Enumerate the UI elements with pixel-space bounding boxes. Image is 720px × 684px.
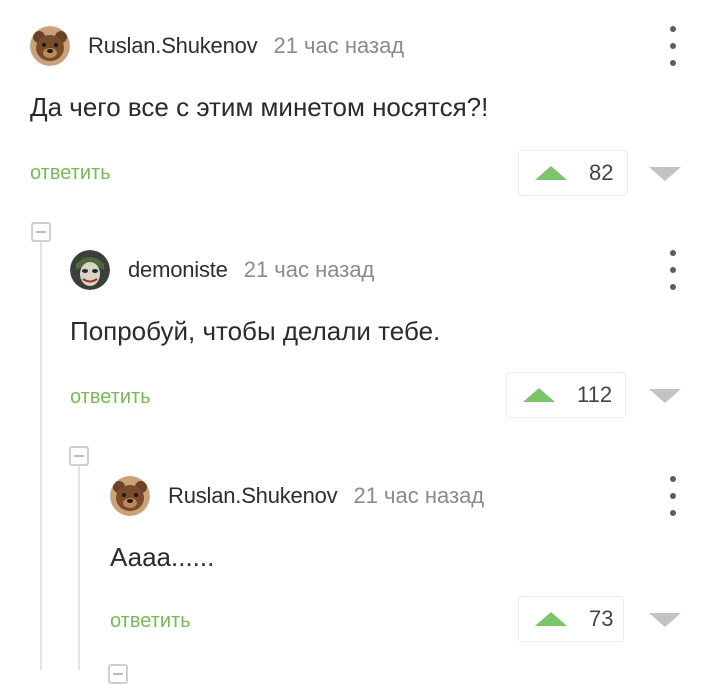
- upvote-button[interactable]: 73: [518, 596, 624, 642]
- comment-text: Аааа......: [110, 542, 215, 572]
- rating-count: 82: [589, 160, 614, 185]
- username[interactable]: Ruslan.Shukenov: [168, 483, 338, 509]
- thread-line-level-2: [78, 464, 80, 670]
- upvote-arrow-icon: [535, 166, 567, 180]
- avatar[interactable]: [70, 250, 110, 290]
- collapse-thread-icon[interactable]: [69, 446, 89, 466]
- kebab-menu-icon[interactable]: [666, 26, 680, 66]
- kebab-menu-icon[interactable]: [666, 250, 680, 290]
- upvote-arrow-icon: [523, 388, 555, 402]
- username[interactable]: Ruslan.Shukenov: [88, 33, 258, 59]
- downvote-arrow-icon[interactable]: [649, 389, 681, 403]
- joker-avatar-icon: [70, 250, 110, 290]
- comment-text: Попробуй, чтобы делали тебе.: [70, 316, 441, 346]
- avatar[interactable]: [110, 476, 150, 516]
- upvote-arrow-icon: [535, 612, 567, 626]
- collapse-thread-icon[interactable]: [31, 222, 51, 242]
- bear-avatar-icon: [110, 476, 150, 516]
- upvote-button[interactable]: 112: [506, 372, 626, 418]
- comment: demoniste 21 час назад Попробуй, чтобы д…: [70, 248, 720, 428]
- kebab-menu-icon[interactable]: [666, 476, 680, 516]
- upvote-button[interactable]: 82: [518, 150, 628, 196]
- downvote-arrow-icon[interactable]: [649, 613, 681, 627]
- timestamp: 21 час назад: [353, 483, 485, 508]
- comment-header: demoniste 21 час назад: [70, 248, 374, 292]
- comment-header: Ruslan.Shukenov 21 час назад: [30, 24, 404, 68]
- reply-link[interactable]: ответить: [70, 386, 151, 409]
- username[interactable]: demoniste: [128, 257, 228, 283]
- comment-text: Да чего все с этим минетом носятся?!: [30, 92, 489, 122]
- avatar[interactable]: [30, 26, 70, 66]
- timestamp: 21 час назад: [273, 33, 405, 58]
- comment: Ruslan.Shukenov 21 час назад Аааа...... …: [110, 474, 720, 654]
- timestamp: 21 час назад: [243, 257, 375, 282]
- bear-avatar-icon: [30, 26, 70, 66]
- collapse-thread-icon[interactable]: [108, 664, 128, 684]
- thread-line-level-1: [40, 240, 42, 670]
- downvote-arrow-icon[interactable]: [649, 167, 681, 181]
- reply-link[interactable]: ответить: [110, 610, 191, 633]
- rating-count: 112: [577, 382, 613, 407]
- reply-link[interactable]: ответить: [30, 162, 111, 185]
- rating-count: 73: [589, 606, 614, 631]
- comment: Ruslan.Shukenov 21 час назад Да чего все…: [30, 24, 720, 204]
- comment-header: Ruslan.Shukenov 21 час назад: [110, 474, 484, 518]
